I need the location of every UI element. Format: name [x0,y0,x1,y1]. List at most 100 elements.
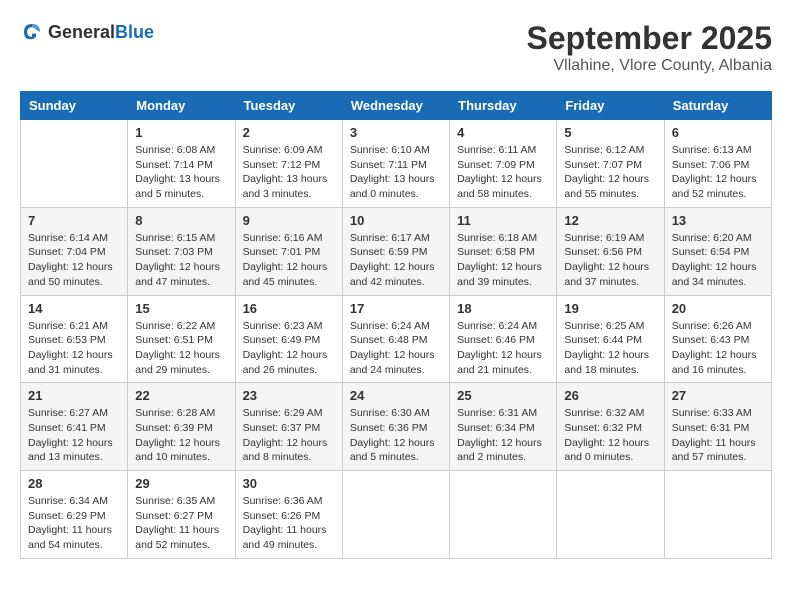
calendar-week-1: 1 Sunrise: 6:08 AM Sunset: 7:14 PM Daylig… [21,120,772,208]
day-number: 21 [28,388,120,403]
calendar-cell: 1 Sunrise: 6:08 AM Sunset: 7:14 PM Daylig… [128,120,235,208]
day-number: 23 [243,388,335,403]
day-number: 30 [243,476,335,491]
day-number: 7 [28,213,120,228]
calendar-cell: 3 Sunrise: 6:10 AM Sunset: 7:11 PM Daylig… [342,120,449,208]
day-info: Sunrise: 6:10 AM Sunset: 7:11 PM Dayligh… [350,143,442,202]
day-info: Sunrise: 6:14 AM Sunset: 7:04 PM Dayligh… [28,231,120,290]
calendar-cell: 13 Sunrise: 6:20 AM Sunset: 6:54 PM Dayli… [664,207,771,295]
day-header-saturday: Saturday [664,92,771,120]
day-number: 27 [672,388,764,403]
day-info: Sunrise: 6:35 AM Sunset: 6:27 PM Dayligh… [135,494,227,553]
day-info: Sunrise: 6:34 AM Sunset: 6:29 PM Dayligh… [28,494,120,553]
day-header-sunday: Sunday [21,92,128,120]
calendar-cell: 26 Sunrise: 6:32 AM Sunset: 6:32 PM Dayli… [557,383,664,471]
day-info: Sunrise: 6:24 AM Sunset: 6:46 PM Dayligh… [457,319,549,378]
calendar-cell: 7 Sunrise: 6:14 AM Sunset: 7:04 PM Daylig… [21,207,128,295]
day-info: Sunrise: 6:08 AM Sunset: 7:14 PM Dayligh… [135,143,227,202]
calendar-cell: 8Sunrise: 6:15 AM Sunset: 7:03 PM Daylig… [128,207,235,295]
day-number: 5 [564,125,656,140]
calendar-cell [342,471,449,559]
day-info: Sunrise: 6:32 AM Sunset: 6:32 PM Dayligh… [564,406,656,465]
day-number: 11 [457,213,549,228]
calendar-cell: 4Sunrise: 6:11 AM Sunset: 7:09 PM Daylig… [450,120,557,208]
calendar-cell [450,471,557,559]
day-number: 6 [672,125,764,140]
day-info: Sunrise: 6:29 AM Sunset: 6:37 PM Dayligh… [243,406,335,465]
day-info: Sunrise: 6:17 AM Sunset: 6:59 PM Dayligh… [350,231,442,290]
day-info: Sunrise: 6:27 AM Sunset: 6:41 PM Dayligh… [28,406,120,465]
calendar-cell: 30 Sunrise: 6:36 AM Sunset: 6:26 PM Dayli… [235,471,342,559]
calendar-cell: 29 Sunrise: 6:35 AM Sunset: 6:27 PM Dayli… [128,471,235,559]
day-number: 28 [28,476,120,491]
calendar-cell: 27 Sunrise: 6:33 AM Sunset: 6:31 PM Dayli… [664,383,771,471]
day-header-wednesday: Wednesday [342,92,449,120]
calendar-week-2: 7 Sunrise: 6:14 AM Sunset: 7:04 PM Daylig… [21,207,772,295]
calendar-week-5: 28 Sunrise: 6:34 AM Sunset: 6:29 PM Dayli… [21,471,772,559]
day-number: 22 [135,388,227,403]
day-info: Sunrise: 6:11 AM Sunset: 7:09 PM Dayligh… [457,143,549,202]
day-number: 26 [564,388,656,403]
calendar-cell: 5 Sunrise: 6:12 AM Sunset: 7:07 PM Daylig… [557,120,664,208]
day-info: Sunrise: 6:20 AM Sunset: 6:54 PM Dayligh… [672,231,764,290]
day-info: Sunrise: 6:33 AM Sunset: 6:31 PM Dayligh… [672,406,764,465]
day-info: Sunrise: 6:21 AM Sunset: 6:53 PM Dayligh… [28,319,120,378]
logo: GeneralBlue [20,20,154,44]
calendar-cell: 14 Sunrise: 6:21 AM Sunset: 6:53 PM Dayli… [21,295,128,383]
day-header-monday: Monday [128,92,235,120]
page-header: GeneralBlue September 2025 Vllahine, Vlo… [20,20,772,75]
title-section: September 2025 Vllahine, Vlore County, A… [527,20,772,75]
calendar-week-4: 21 Sunrise: 6:27 AM Sunset: 6:41 PM Dayli… [21,383,772,471]
day-number: 24 [350,388,442,403]
day-number: 20 [672,301,764,316]
calendar-cell: 22Sunrise: 6:28 AM Sunset: 6:39 PM Dayli… [128,383,235,471]
day-info: Sunrise: 6:23 AM Sunset: 6:49 PM Dayligh… [243,319,335,378]
calendar-table: SundayMondayTuesdayWednesdayThursdayFrid… [20,91,772,559]
day-number: 19 [564,301,656,316]
calendar-cell [557,471,664,559]
day-info: Sunrise: 6:19 AM Sunset: 6:56 PM Dayligh… [564,231,656,290]
day-info: Sunrise: 6:31 AM Sunset: 6:34 PM Dayligh… [457,406,549,465]
calendar-cell [21,120,128,208]
day-info: Sunrise: 6:22 AM Sunset: 6:51 PM Dayligh… [135,319,227,378]
day-number: 8 [135,213,227,228]
day-number: 29 [135,476,227,491]
location-title: Vllahine, Vlore County, Albania [527,57,772,75]
day-header-tuesday: Tuesday [235,92,342,120]
calendar-cell: 12Sunrise: 6:19 AM Sunset: 6:56 PM Dayli… [557,207,664,295]
day-number: 10 [350,213,442,228]
day-number: 17 [350,301,442,316]
day-info: Sunrise: 6:36 AM Sunset: 6:26 PM Dayligh… [243,494,335,553]
calendar-cell: 11Sunrise: 6:18 AM Sunset: 6:58 PM Dayli… [450,207,557,295]
day-number: 13 [672,213,764,228]
calendar-cell: 25Sunrise: 6:31 AM Sunset: 6:34 PM Dayli… [450,383,557,471]
calendar-cell: 2Sunrise: 6:09 AM Sunset: 7:12 PM Daylig… [235,120,342,208]
day-header-thursday: Thursday [450,92,557,120]
calendar-cell [664,471,771,559]
month-title: September 2025 [527,20,772,57]
day-header-friday: Friday [557,92,664,120]
day-number: 3 [350,125,442,140]
day-info: Sunrise: 6:30 AM Sunset: 6:36 PM Dayligh… [350,406,442,465]
day-number: 1 [135,125,227,140]
calendar-week-3: 14 Sunrise: 6:21 AM Sunset: 6:53 PM Dayli… [21,295,772,383]
calendar-cell: 21 Sunrise: 6:27 AM Sunset: 6:41 PM Dayli… [21,383,128,471]
calendar-cell: 28 Sunrise: 6:34 AM Sunset: 6:29 PM Dayli… [21,471,128,559]
day-number: 18 [457,301,549,316]
calendar-cell: 18 Sunrise: 6:24 AM Sunset: 6:46 PM Dayli… [450,295,557,383]
calendar-cell: 6 Sunrise: 6:13 AM Sunset: 7:06 PM Daylig… [664,120,771,208]
calendar-cell: 20 Sunrise: 6:26 AM Sunset: 6:43 PM Dayli… [664,295,771,383]
calendar-cell: 19 Sunrise: 6:25 AM Sunset: 6:44 PM Dayli… [557,295,664,383]
calendar-cell: 10 Sunrise: 6:17 AM Sunset: 6:59 PM Dayli… [342,207,449,295]
day-info: Sunrise: 6:25 AM Sunset: 6:44 PM Dayligh… [564,319,656,378]
day-info: Sunrise: 6:26 AM Sunset: 6:43 PM Dayligh… [672,319,764,378]
day-info: Sunrise: 6:13 AM Sunset: 7:06 PM Dayligh… [672,143,764,202]
calendar-cell: 24 Sunrise: 6:30 AM Sunset: 6:36 PM Dayli… [342,383,449,471]
day-info: Sunrise: 6:12 AM Sunset: 7:07 PM Dayligh… [564,143,656,202]
calendar-header-row: SundayMondayTuesdayWednesdayThursdayFrid… [21,92,772,120]
day-number: 9 [243,213,335,228]
day-number: 14 [28,301,120,316]
day-number: 15 [135,301,227,316]
calendar-cell: 17Sunrise: 6:24 AM Sunset: 6:48 PM Dayli… [342,295,449,383]
logo-icon [20,20,44,44]
